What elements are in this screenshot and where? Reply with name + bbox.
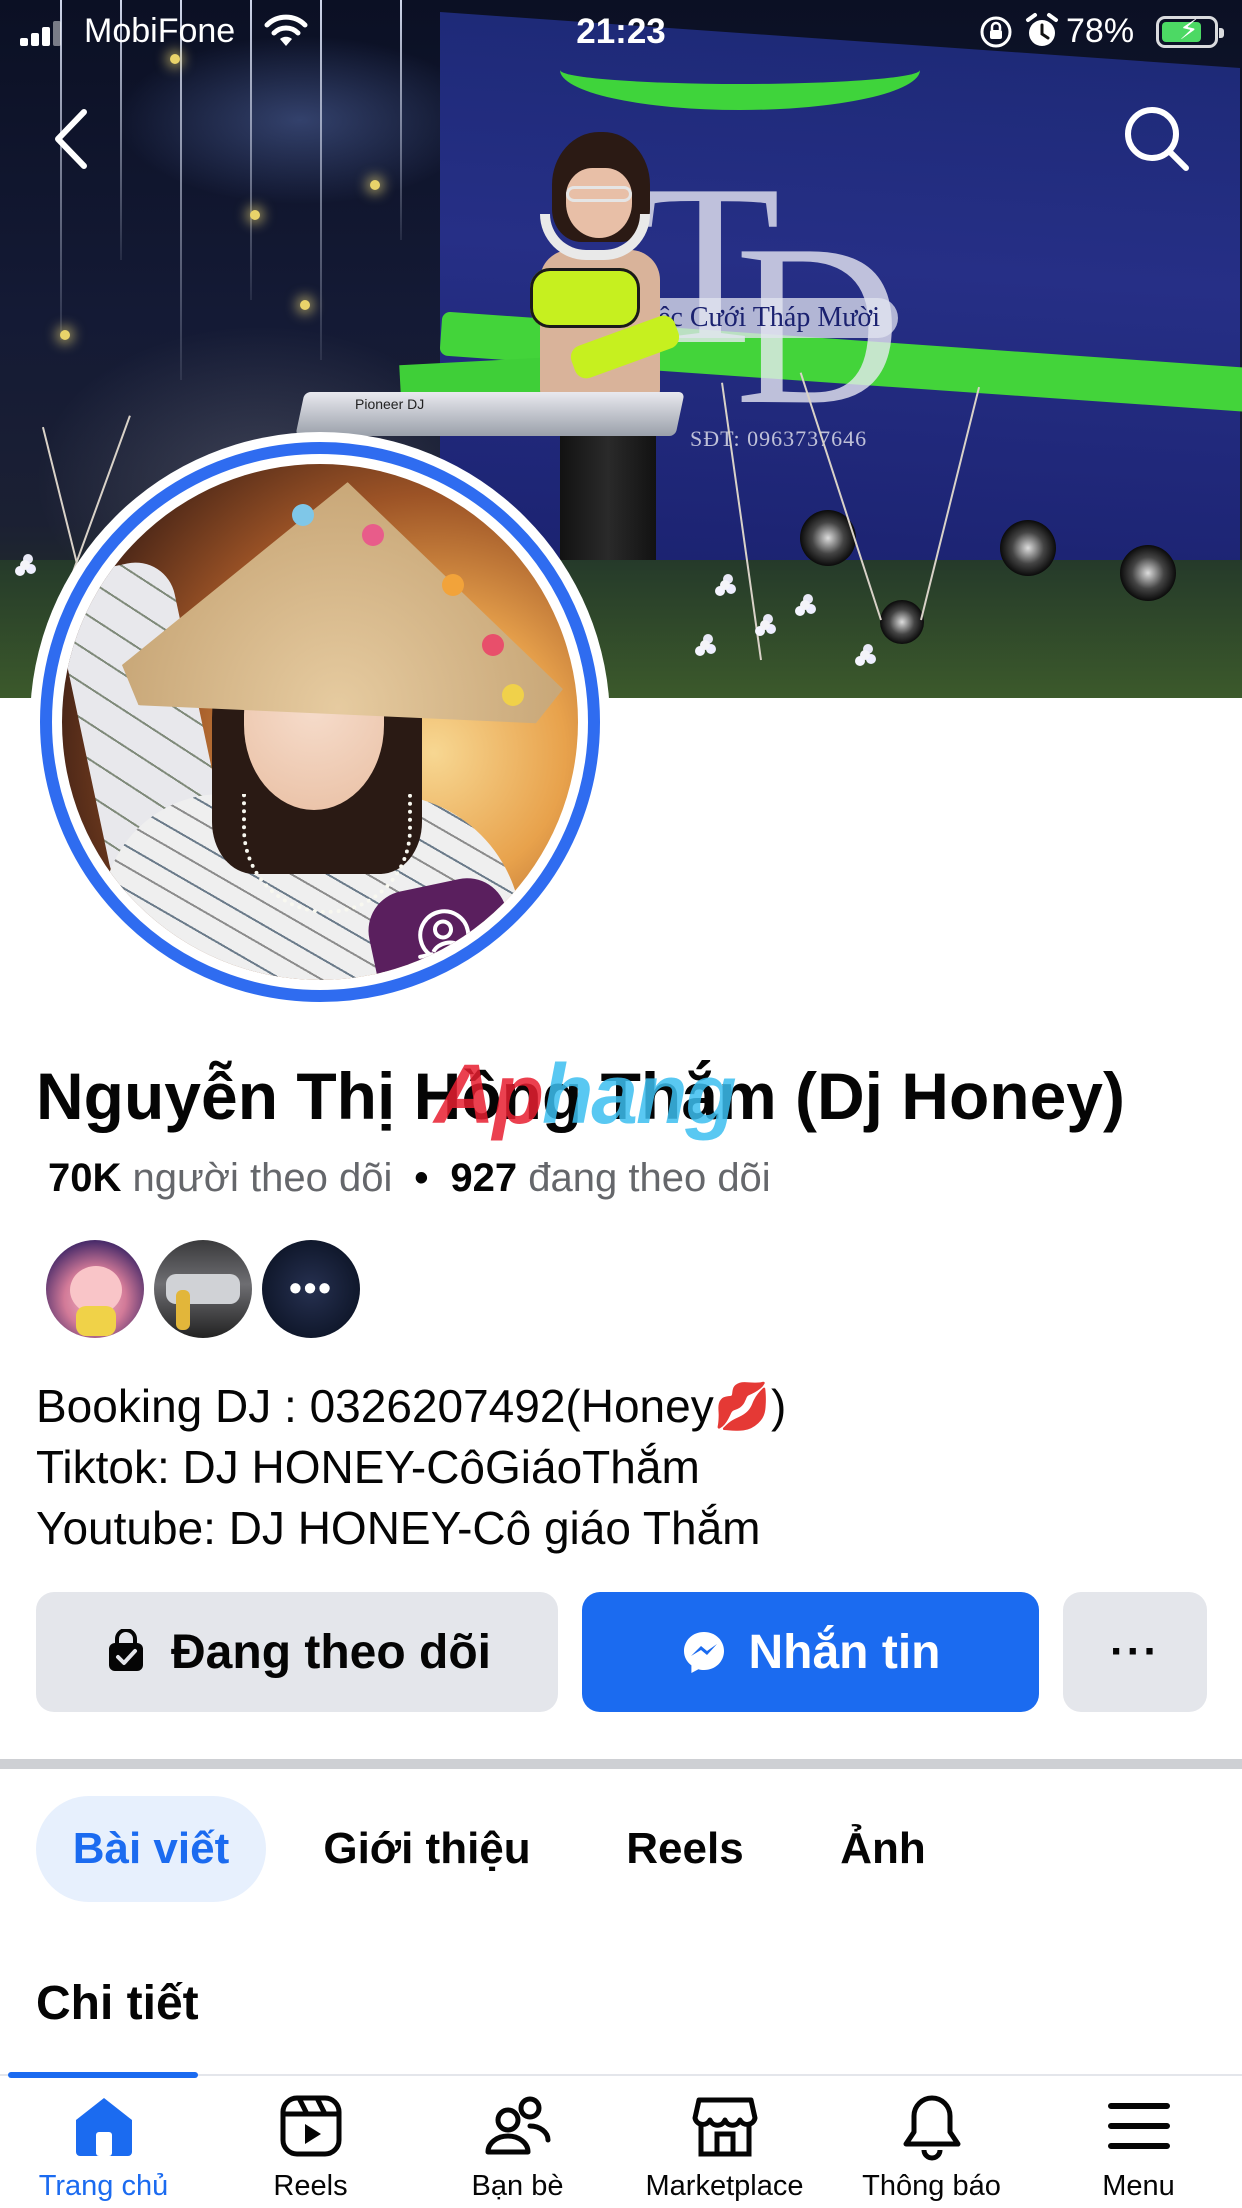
marketplace-icon <box>692 2097 757 2157</box>
watermark-part-b: hang <box>541 1047 737 1141</box>
search-button[interactable] <box>1122 104 1192 174</box>
stats-separator: • <box>414 1156 429 1200</box>
tab-posts[interactable]: Bài viết <box>36 1796 266 1902</box>
following-label: Đang theo dõi <box>171 1625 491 1679</box>
nav-reels[interactable]: Reels <box>207 2076 414 2208</box>
message-button[interactable]: Nhắn tin <box>582 1592 1039 1712</box>
followers-link[interactable]: 70K người theo dõi <box>48 1156 392 1200</box>
follow-stats: 70K người theo dõi • 927 đang theo dõi <box>48 1156 771 1201</box>
back-button[interactable] <box>44 104 100 174</box>
nav-notifications[interactable]: Thông báo <box>828 2076 1035 2208</box>
dj-decks <box>295 392 685 436</box>
nav-marketplace-label: Marketplace <box>645 2170 804 2202</box>
following-button[interactable]: Đang theo dõi <box>36 1592 558 1712</box>
bottom-nav: Trang chủ Reels Bạn bè Marketplace Thông… <box>0 2072 1242 2208</box>
followers-count: 70K <box>48 1156 122 1200</box>
battery-percent: 78% <box>1066 12 1135 50</box>
mutual-friend-avatar[interactable] <box>46 1240 144 1338</box>
section-divider <box>0 1759 1242 1769</box>
nav-friends-label: Bạn bè <box>471 2170 564 2202</box>
more-mutual-friends-button[interactable]: ••• <box>262 1240 360 1338</box>
story-ring <box>40 442 600 1002</box>
status-bar: MobiFone 21:23 78% ⚡ <box>0 0 1242 64</box>
nav-menu-label: Menu <box>1102 2170 1175 2202</box>
orientation-lock-icon <box>980 16 1012 48</box>
nav-menu[interactable]: Menu <box>1035 2076 1242 2208</box>
watermark: Aphang <box>434 1052 737 1136</box>
alarm-icon <box>1026 13 1058 46</box>
nav-notifications-label: Thông báo <box>862 2170 1001 2202</box>
tab-reels[interactable]: Reels <box>600 1796 770 1902</box>
bio-line-booking: Booking DJ : 0326207492(Honey💋) <box>36 1380 787 1432</box>
avatar-photo <box>62 464 578 980</box>
mutual-friend-avatar[interactable] <box>154 1240 252 1338</box>
bell-icon <box>903 2095 960 2161</box>
watermark-part-a: Ap <box>434 1047 544 1141</box>
nav-marketplace[interactable]: Marketplace <box>621 2076 828 2208</box>
following-link[interactable]: 927 đang theo dõi <box>450 1156 770 1200</box>
menu-icon <box>1107 2103 1170 2149</box>
banner-monogram: TD <box>640 137 901 440</box>
reels-icon <box>280 2095 341 2157</box>
banner-phone: SĐT: 0963737646 <box>690 426 868 451</box>
bio-line-youtube: Youtube: DJ HONEY-Cô giáo Thắm <box>36 1502 761 1554</box>
following-check-icon <box>109 1629 144 1671</box>
ellipsis-icon: ··· <box>1110 1627 1160 1676</box>
home-icon <box>75 2098 132 2156</box>
banner-text: ệc Cưới Tháp Mười <box>640 298 898 338</box>
details-heading: Chi tiết <box>36 1977 199 2030</box>
following-label: đang theo dõi <box>528 1156 771 1200</box>
deck-brand: Pioneer DJ <box>355 396 425 412</box>
nav-home[interactable]: Trang chủ <box>0 2076 207 2208</box>
following-count: 927 <box>450 1156 518 1200</box>
battery-icon: ⚡ <box>1156 16 1224 48</box>
tab-photos[interactable]: Ảnh <box>818 1796 948 1902</box>
more-options-button[interactable]: ··· <box>1063 1592 1207 1712</box>
messenger-icon <box>683 1632 724 1673</box>
friends-icon <box>485 2096 550 2155</box>
followers-label: người theo dõi <box>132 1156 393 1200</box>
nav-home-label: Trang chủ <box>38 2170 169 2202</box>
profile-bio: Booking DJ : 0326207492(Honey💋) Tiktok: … <box>36 1376 786 1559</box>
more-dots-icon: ••• <box>289 1267 333 1308</box>
profile-avatar[interactable] <box>30 432 610 1012</box>
nav-friends[interactable]: Bạn bè <box>414 2076 621 2208</box>
tab-about[interactable]: Giới thiệu <box>302 1796 552 1902</box>
bio-line-tiktok: Tiktok: DJ HONEY-CôGiáoThắm <box>36 1441 700 1493</box>
message-label: Nhắn tin <box>748 1625 941 1679</box>
nav-reels-label: Reels <box>273 2170 348 2202</box>
